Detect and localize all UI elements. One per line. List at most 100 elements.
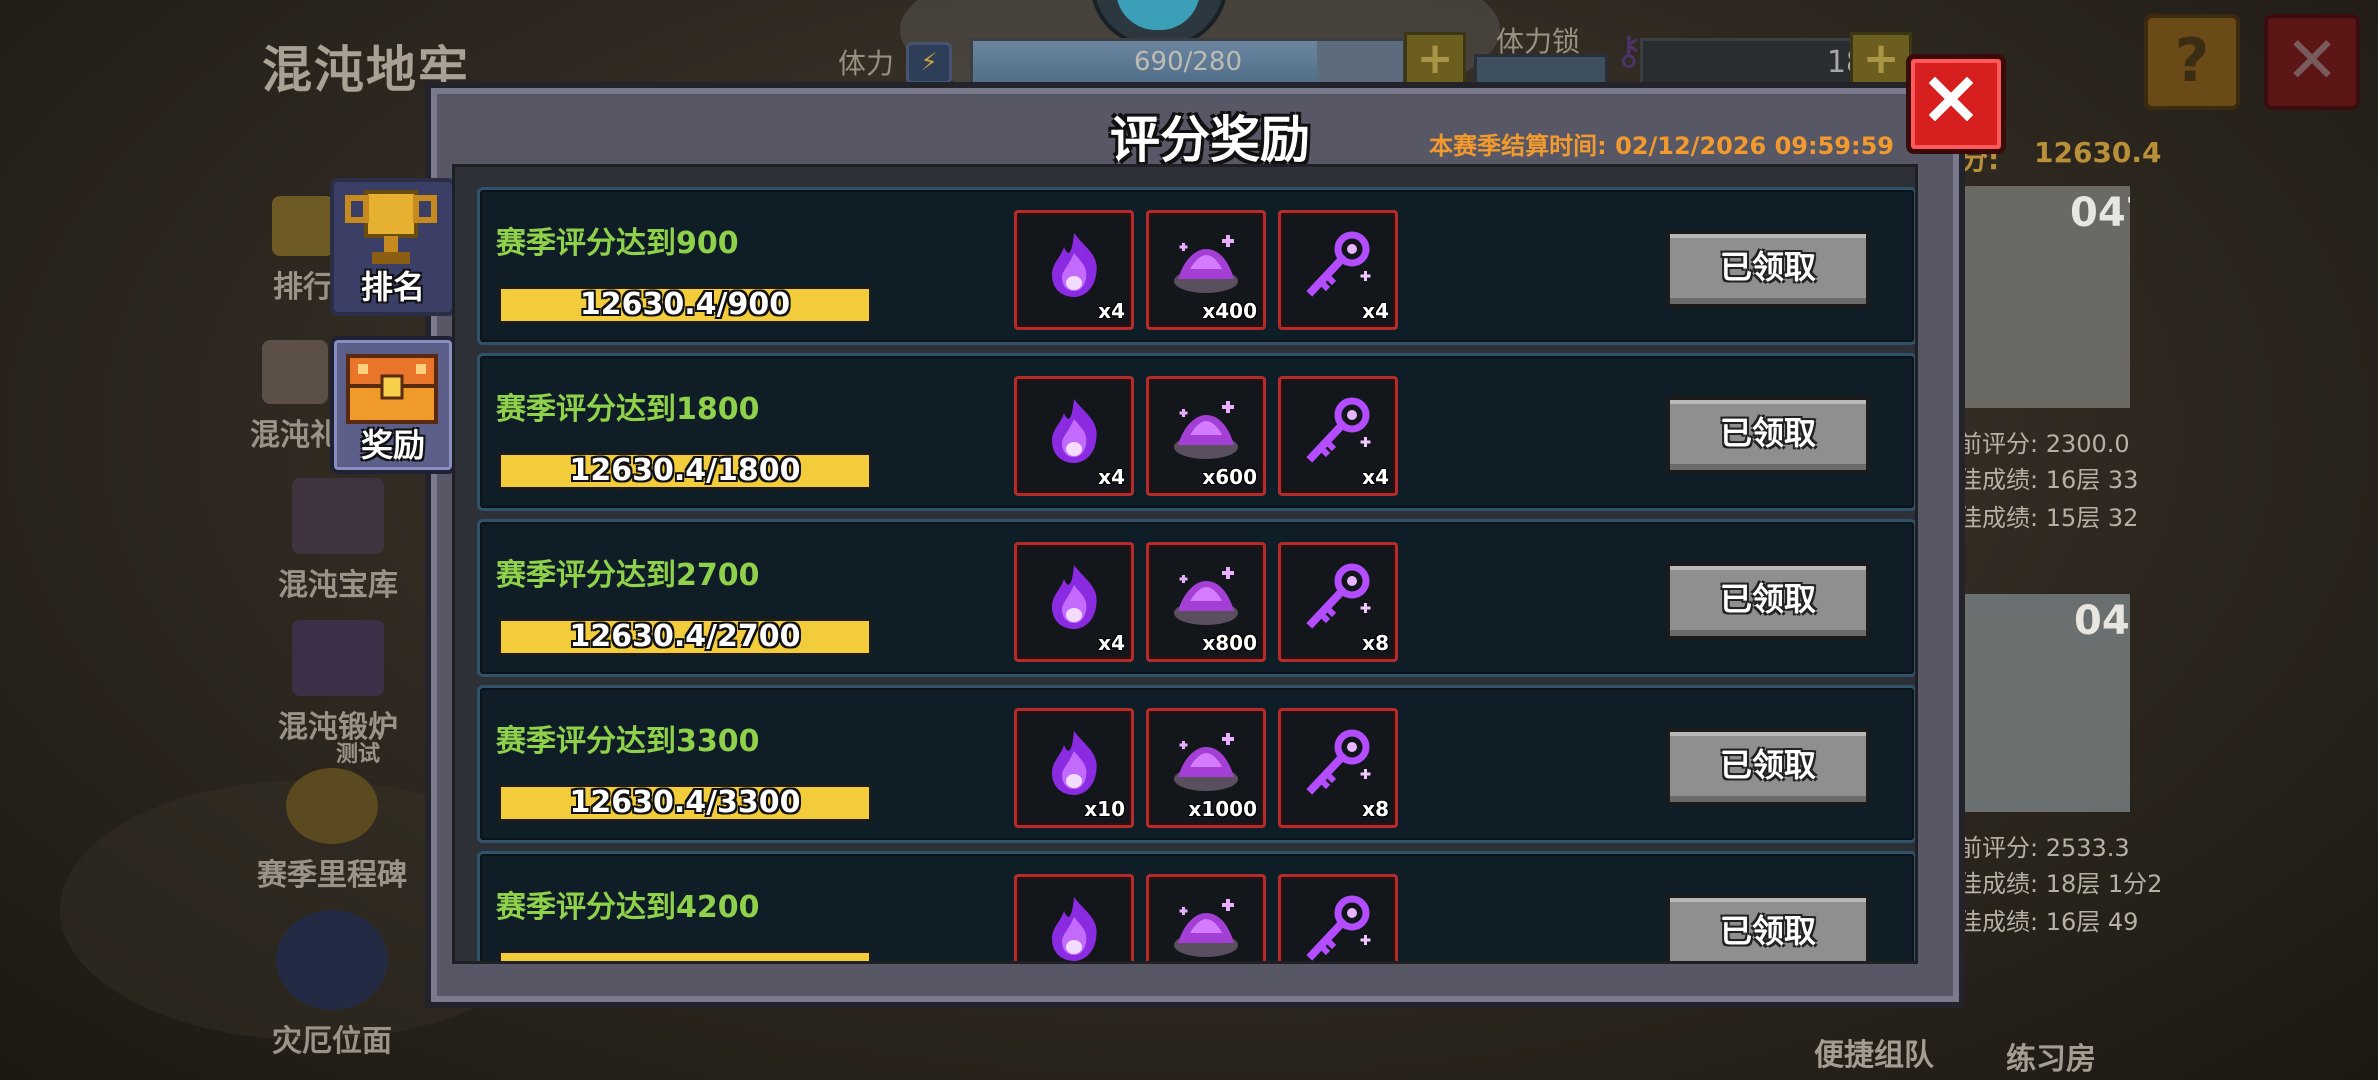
- claimed-button[interactable]: 已领取: [1666, 230, 1870, 308]
- season-end-time: 本赛季结算时间: 02/12/2026 09:59:59: [1429, 132, 1894, 160]
- add-key-button[interactable]: +: [1850, 32, 1912, 88]
- reward-item[interactable]: x600: [1146, 376, 1266, 496]
- reward-row: 赛季评分达到2700 12630.4/2700 x4 x800 x8 已领取: [477, 519, 1915, 677]
- reward-count: x1000: [1188, 797, 1257, 821]
- vault-icon: [292, 478, 384, 554]
- help-button[interactable]: ?: [2144, 14, 2240, 110]
- reward-threshold: 赛季评分达到4200: [496, 890, 760, 925]
- stamina-label: 体力: [838, 47, 895, 80]
- tab-label: 排名: [360, 268, 425, 306]
- reward-count: x8: [1362, 797, 1389, 821]
- reward-count: x800: [1202, 631, 1257, 655]
- trophy-icon: [272, 196, 334, 256]
- reward-count: x600: [1202, 465, 1257, 489]
- card-number: 047: [2070, 190, 2130, 236]
- reward-item[interactable]: [1014, 874, 1134, 961]
- reward-item[interactable]: x4: [1014, 376, 1134, 496]
- reward-item[interactable]: x4: [1014, 542, 1134, 662]
- key-count-bar: 18: [1640, 38, 1882, 88]
- reward-threshold: 赛季评分达到900: [496, 226, 739, 261]
- sidebar-item-calamity-plane[interactable]: 灾厄位面: [232, 910, 432, 1060]
- key-icon: ⚷: [1614, 28, 1644, 74]
- reward-row: 赛季评分达到3300 12630.4/3300 x10 x1000 x8 已领取: [477, 685, 1915, 843]
- sidebar-item-chaos-forge[interactable]: 混沌锻炉: [248, 620, 428, 746]
- reward-item[interactable]: x4: [1278, 210, 1398, 330]
- star-badge-icon: [286, 768, 378, 844]
- reward-item[interactable]: x400: [1146, 210, 1266, 330]
- claimed-button[interactable]: 已领取: [1666, 562, 1870, 640]
- lightning-icon: ⚡: [906, 42, 952, 84]
- progress-bar: 12630.4/2700: [498, 618, 872, 656]
- stamina-bar: 690/280: [970, 38, 1406, 88]
- tab-ranking[interactable]: 排名: [330, 178, 456, 316]
- score-value: 12630.4: [2034, 136, 2162, 169]
- practice-room-button[interactable]: 练习房: [2006, 1034, 2096, 1078]
- progress-text: 12630.4/1800: [569, 453, 801, 488]
- reward-row: 赛季评分达到900 12630.4/900 x4 x400 x4 已领取: [477, 187, 1915, 345]
- reward-count: x4: [1098, 631, 1125, 655]
- claimed-button[interactable]: 已领取: [1666, 728, 1870, 806]
- card-best-2: 佳成绩: 16层 49: [1958, 908, 2139, 936]
- card-score: 前评分: 2533.3: [1958, 834, 2130, 862]
- modal-close-button[interactable]: [1906, 54, 2006, 154]
- question-icon: ?: [2174, 26, 2210, 96]
- reward-item[interactable]: [1278, 874, 1398, 961]
- card-score: 前评分: 2300.0: [1958, 430, 2130, 458]
- sidebar-item-label: 赛季里程碑: [257, 858, 407, 893]
- reward-threshold: 赛季评分达到1800: [496, 392, 760, 427]
- reward-count: x4: [1362, 299, 1389, 323]
- reward-row: 赛季评分达到1800 12630.4/1800 x4 x600 x4 已领取: [477, 353, 1915, 511]
- sidebar-item-chaos-gift[interactable]: 混沌礼: [250, 340, 340, 454]
- card-number: 049: [2074, 598, 2130, 644]
- portal-icon: [276, 910, 388, 1010]
- sidebar-item-chaos-vault[interactable]: 混沌宝库: [248, 478, 428, 604]
- close-icon: ✕: [2285, 24, 2339, 98]
- reward-item[interactable]: x4: [1278, 376, 1398, 496]
- reward-threshold: 赛季评分达到2700: [496, 558, 760, 593]
- quick-team-button[interactable]: 便捷组队: [1814, 1030, 1934, 1074]
- progress-bar: [498, 950, 872, 961]
- stamina-value: 690/280: [1133, 47, 1242, 77]
- reward-count: x400: [1202, 299, 1257, 323]
- gift-icon: [262, 340, 328, 404]
- reward-count: x4: [1098, 465, 1125, 489]
- claimed-button[interactable]: 已领取: [1666, 396, 1870, 474]
- reward-item[interactable]: x8: [1278, 708, 1398, 828]
- sidebar-item-label: 排行: [273, 270, 333, 305]
- forge-icon: [292, 620, 384, 696]
- claimed-button[interactable]: 已领取: [1666, 894, 1870, 961]
- test-tag: 测试: [335, 742, 380, 767]
- sidebar-item-label: 混沌礼: [250, 418, 340, 453]
- reward-item[interactable]: x800: [1146, 542, 1266, 662]
- reward-item[interactable]: x1000: [1146, 708, 1266, 828]
- card-best-2: 佳成绩: 15层 32: [1958, 504, 2139, 532]
- close-screen-button[interactable]: ✕: [2264, 14, 2360, 110]
- sidebar-item-label: 混沌宝库: [278, 568, 398, 603]
- reward-count: x4: [1098, 299, 1125, 323]
- reward-threshold: 赛季评分达到3300: [496, 724, 760, 759]
- card-best: 佳成绩: 18层 1分2: [1958, 870, 2163, 898]
- reward-item[interactable]: x4: [1014, 210, 1134, 330]
- reward-item[interactable]: [1146, 874, 1266, 961]
- card-best: 佳成绩: 16层 33: [1958, 466, 2139, 494]
- progress-text: 12630.4/3300: [569, 785, 801, 820]
- progress-bar: 12630.4/900: [498, 286, 872, 324]
- tab-label: 奖励: [360, 426, 425, 464]
- dungeon-card[interactable]: 049: [1958, 594, 2130, 812]
- add-stamina-button[interactable]: +: [1404, 32, 1466, 88]
- reward-list[interactable]: 赛季评分达到900 12630.4/900 x4 x400 x4 已领取 赛季评分达到180…: [452, 164, 1918, 964]
- reward-count: x8: [1362, 631, 1389, 655]
- tab-rewards[interactable]: 奖励: [330, 336, 456, 474]
- reward-item[interactable]: x8: [1278, 542, 1398, 662]
- reward-row: 赛季评分达到4200 已领取: [477, 851, 1915, 961]
- progress-text: 12630.4/2700: [569, 619, 801, 654]
- dungeon-card[interactable]: 047: [1958, 186, 2130, 408]
- progress-text: 12630.4/900: [579, 287, 791, 322]
- modal-title: 评分奖励: [1110, 111, 1310, 169]
- reward-item[interactable]: x10: [1014, 708, 1134, 828]
- close-icon: [1929, 77, 1973, 121]
- reward-count: x10: [1084, 797, 1125, 821]
- sidebar-item-label: 灾厄位面: [272, 1024, 392, 1059]
- sidebar-item-season-milestone[interactable]: 赛季里程碑: [232, 768, 432, 894]
- reward-count: x4: [1362, 465, 1389, 489]
